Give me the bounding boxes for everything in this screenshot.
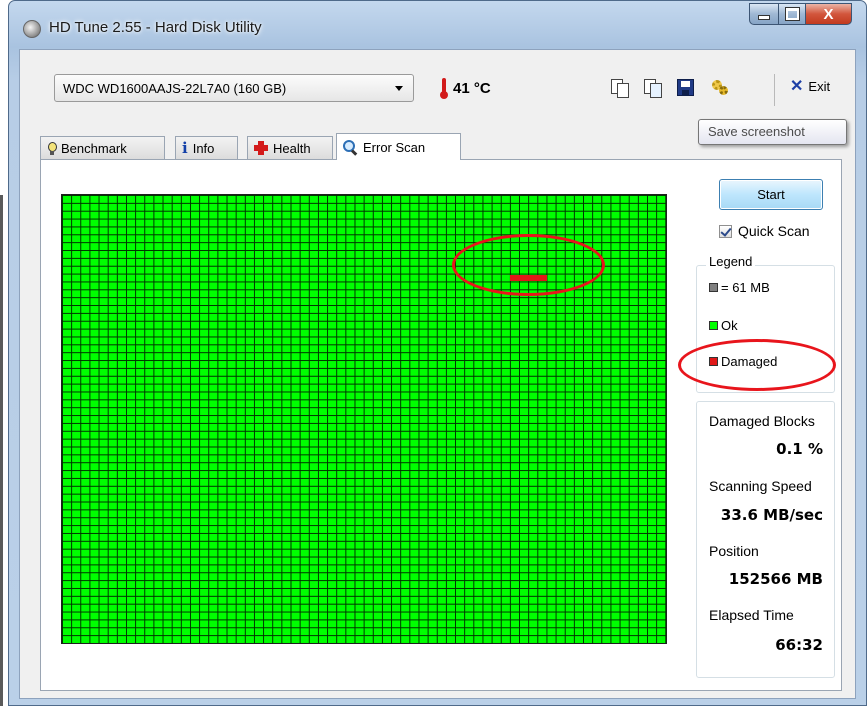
tab-label: Health (273, 140, 311, 156)
close-button[interactable]: X (805, 3, 852, 25)
gray-swatch-icon (709, 283, 718, 292)
save-screenshot-icon[interactable] (677, 79, 694, 96)
tab-health[interactable]: Health (247, 136, 333, 159)
toolbar-separator (774, 74, 775, 106)
maximize-button[interactable] (778, 3, 805, 25)
legend-ok-label: Ok (721, 318, 738, 333)
tab-error-scan[interactable]: Error Scan (336, 133, 461, 160)
tab-benchmark[interactable]: Benchmark (40, 136, 165, 159)
position-label: Position (709, 543, 759, 559)
elapsed-time-label: Elapsed Time (709, 607, 794, 623)
thermometer-icon (440, 78, 448, 100)
error-scan-panel: Start Quick Scan Legend = 61 MB Ok Damag… (40, 159, 842, 691)
legend-block-size: = 61 MB (709, 280, 770, 295)
close-icon: X (823, 5, 834, 23)
quick-scan-checkbox[interactable]: Quick Scan (719, 223, 810, 239)
drive-select[interactable]: WDC WD1600AAJS-22L7A0 (160 GB) (54, 74, 414, 102)
elapsed-time-value: 66:32 (775, 636, 823, 654)
exit-label: Exit (808, 79, 831, 94)
window-title: HD Tune 2.55 - Hard Disk Utility (49, 19, 262, 36)
damaged-legend-annotation-oval (678, 339, 836, 391)
copy-screenshot-icon[interactable] (644, 79, 662, 98)
damaged-blocks-label: Damaged Blocks (709, 413, 815, 429)
maximize-icon (784, 7, 800, 21)
app-icon (23, 20, 41, 38)
tab-label: Info (192, 140, 215, 156)
hd-tune-window: HD Tune 2.55 - Hard Disk Utility X WDC W… (8, 0, 867, 706)
exit-x-icon: ✕ (790, 77, 804, 95)
scanning-speed-label: Scanning Speed (709, 478, 812, 494)
info-icon: i (182, 139, 188, 157)
copy-text-icon[interactable] (611, 79, 629, 98)
tab-label: Benchmark (61, 140, 127, 156)
start-button[interactable]: Start (719, 179, 823, 210)
position-value: 152566 MB (728, 570, 823, 588)
scanning-speed-value: 33.6 MB/sec (720, 506, 823, 524)
start-label: Start (757, 187, 785, 202)
tab-info[interactable]: i Info (175, 136, 238, 159)
damaged-blocks-value: 0.1 % (776, 440, 823, 458)
minimize-icon (758, 15, 770, 20)
exit-button[interactable]: ✕ Exit (790, 77, 831, 95)
minimize-button[interactable] (749, 3, 778, 25)
green-swatch-icon (709, 321, 718, 330)
drive-select-value: WDC WD1600AAJS-22L7A0 (160 GB) (63, 81, 287, 96)
chevron-down-icon (395, 86, 403, 91)
options-gear-icon[interactable] (711, 79, 729, 97)
health-cross-icon (254, 141, 268, 155)
title-bar[interactable]: HD Tune 2.55 - Hard Disk Utility X (9, 1, 866, 49)
client-area: WDC WD1600AAJS-22L7A0 (160 GB) 41 °C ✕ E… (19, 49, 856, 699)
background-window-border (0, 195, 3, 706)
legend-block-size-label: = 61 MB (721, 280, 770, 295)
legend-title: Legend (706, 254, 756, 269)
quick-scan-label: Quick Scan (738, 223, 810, 239)
tab-label: Error Scan (363, 139, 426, 155)
checkbox-checked-icon (719, 224, 732, 238)
temperature-readout: 41 °C (453, 80, 491, 97)
damaged-blocks-annotation-oval (452, 234, 605, 296)
magnifier-icon (343, 139, 358, 155)
save-screenshot-tooltip: Save screenshot (698, 119, 847, 145)
lightbulb-icon (47, 141, 57, 155)
window-controls: X (749, 3, 852, 25)
legend-ok: Ok (709, 318, 738, 333)
